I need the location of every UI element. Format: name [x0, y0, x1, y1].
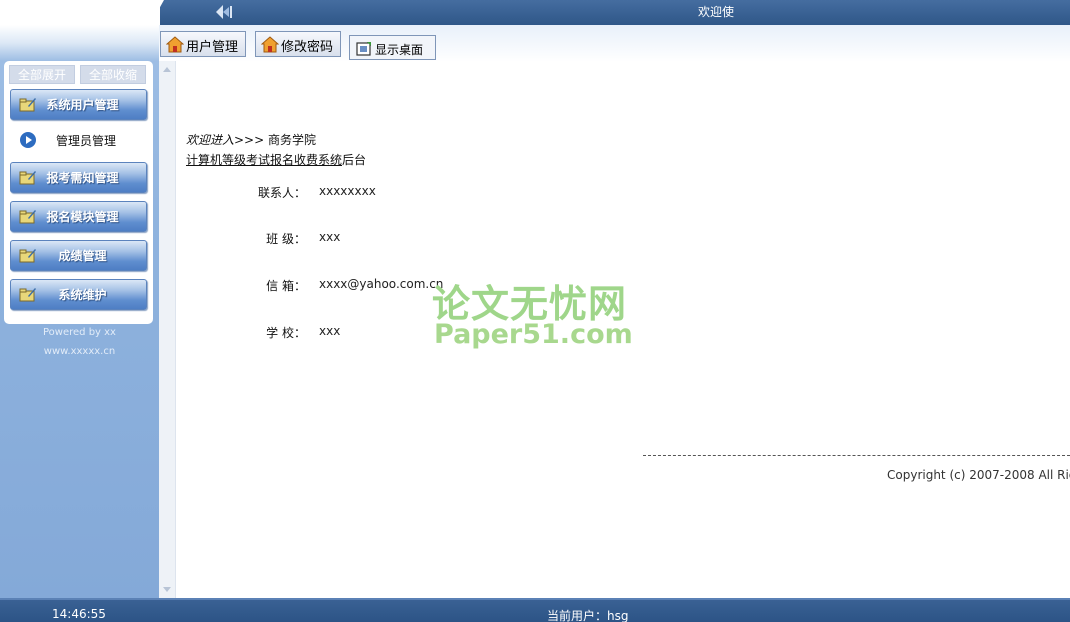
expand-all-button[interactable]: 全部展开 — [9, 65, 75, 84]
watermark: 论文无忧网 Paper51.com — [432, 273, 642, 353]
tab-label: 修改密码 — [281, 40, 334, 55]
status-bar: 14:46:55 当前用户：hsg — [0, 598, 1070, 622]
house-icon — [261, 36, 279, 53]
sub-item-label: 管理员管理 — [56, 134, 117, 148]
logo-area — [0, 0, 160, 25]
logo-area-edge — [150, 0, 164, 25]
welcome-line: 欢迎进入>>> 商务学院 — [186, 131, 316, 148]
sidebar: 全部展开 全部收缩 系统用户管理 管理员管理 报考需知管理 报名模块管理 成绩管… — [0, 25, 159, 598]
menu-label: 系统维护 — [58, 288, 107, 302]
system-link[interactable]: 计算机等级考试报名收费系统 — [186, 153, 342, 167]
sub-item-admin-management[interactable]: 管理员管理 — [16, 128, 146, 152]
tab-change-password[interactable]: 修改密码 — [255, 31, 341, 57]
menu-score-management[interactable]: 成绩管理 — [10, 240, 147, 271]
menu-label: 报名模块管理 — [46, 210, 119, 224]
clock: 14:46:55 — [52, 607, 106, 621]
info-label: 学 校： — [266, 326, 306, 340]
collapse-sidebar-icon[interactable] — [214, 3, 234, 21]
collapse-all-button[interactable]: 全部收缩 — [80, 65, 146, 84]
footer-divider — [643, 455, 1070, 456]
house-icon — [166, 36, 184, 53]
content-scrollbar[interactable] — [159, 61, 176, 598]
info-label: 信 箱： — [266, 279, 306, 293]
tab-bar: 用户管理 修改密码 显示桌面 — [159, 25, 1070, 62]
info-value: xxxx@yahoo.com.cn — [319, 277, 444, 291]
info-row-contact: 联系人： xxxxxxxx — [176, 184, 676, 200]
tab-user-management[interactable]: 用户管理 — [160, 31, 246, 57]
menu-registration-module[interactable]: 报名模块管理 — [10, 201, 147, 232]
menu-exam-notice[interactable]: 报考需知管理 — [10, 162, 147, 193]
watermark-en: Paper51.com — [434, 319, 633, 350]
current-user: 当前用户：hsg — [547, 609, 629, 622]
system-line: 计算机等级考试报名收费系统后台 — [186, 151, 366, 168]
copyright: Copyright (c) 2007-2008 All Right — [887, 468, 1070, 482]
menu-panel: 全部展开 全部收缩 系统用户管理 管理员管理 报考需知管理 报名模块管理 成绩管… — [4, 61, 153, 324]
menu-label: 成绩管理 — [58, 249, 107, 263]
info-row-class: 班 级： xxx — [176, 230, 676, 246]
menu-system-users[interactable]: 系统用户管理 — [10, 89, 147, 120]
menu-system-maintenance[interactable]: 系统维护 — [10, 279, 147, 310]
top-bar: 欢迎使 — [0, 0, 1070, 25]
tab-label: 显示桌面 — [375, 43, 424, 57]
school-name: 商务学院 — [268, 133, 317, 147]
info-label: 联系人： — [257, 186, 306, 200]
info-label: 班 级： — [266, 232, 306, 246]
tab-show-desktop[interactable]: 显示桌面 — [349, 35, 436, 60]
header-welcome: 欢迎使 — [698, 5, 735, 19]
desktop-icon — [356, 42, 371, 56]
tab-label: 用户管理 — [186, 40, 239, 55]
powered-by: Powered by xx — [43, 327, 116, 338]
site-url: www.xxxxx.cn — [43, 346, 116, 357]
info-value: xxx — [319, 324, 341, 338]
scroll-up-icon[interactable] — [163, 67, 171, 72]
menu-label: 报考需知管理 — [46, 171, 119, 185]
info-value: xxx — [319, 230, 341, 244]
menu-label: 系统用户管理 — [46, 98, 119, 112]
scroll-down-icon[interactable] — [163, 587, 171, 592]
play-circle-icon — [20, 132, 36, 148]
main-content: 欢迎进入>>> 商务学院 计算机等级考试报名收费系统后台 联系人： xxxxxx… — [176, 61, 1070, 598]
welcome-prefix: 欢迎进入>>> — [186, 133, 265, 147]
info-value: xxxxxxxx — [319, 184, 376, 198]
system-suffix: 后台 — [342, 153, 367, 167]
